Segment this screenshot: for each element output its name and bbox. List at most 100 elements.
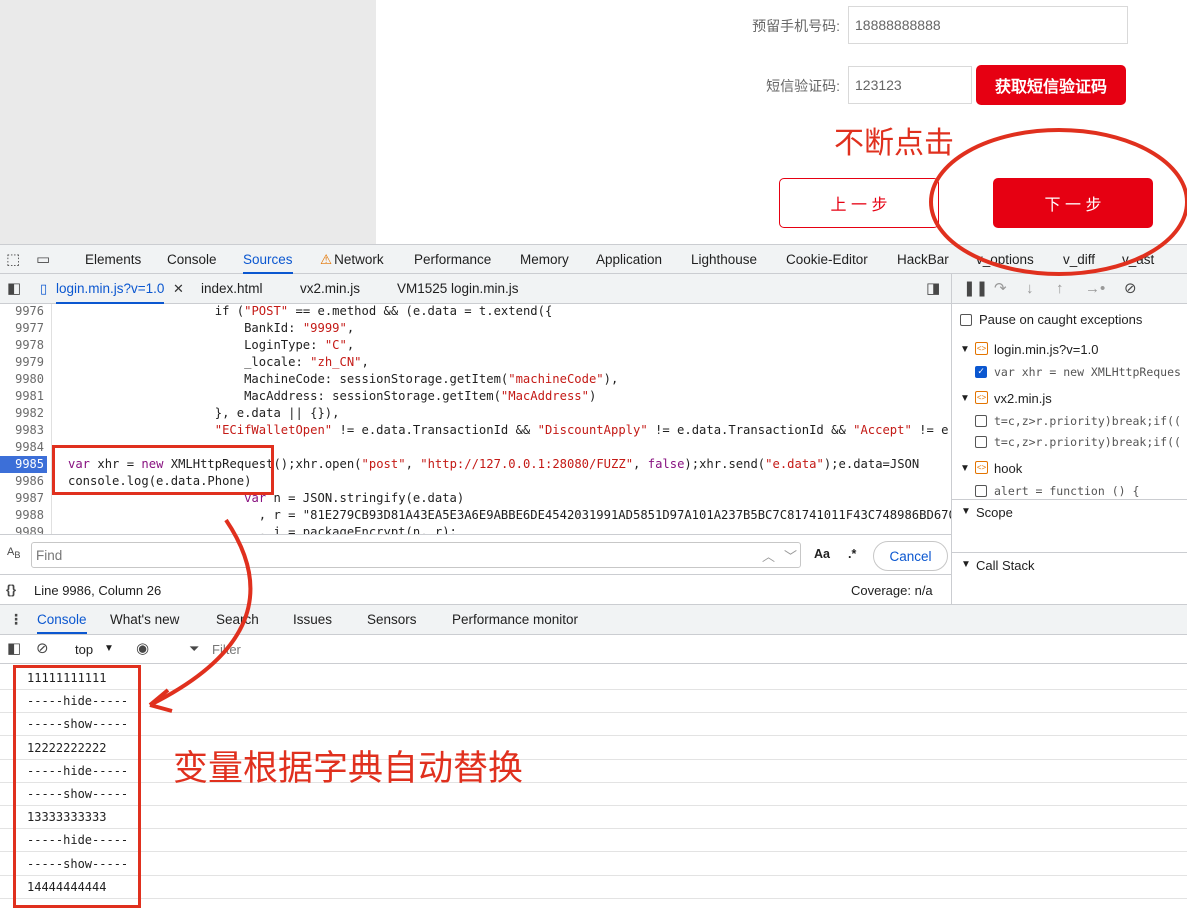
breakpoint-checkbox[interactable] — [975, 436, 987, 448]
code-editor[interactable]: 9976 9977 9978 9979 9980 9981 9982 9983 9984 9985… — [0, 304, 951, 534]
line-number[interactable]: 9978 — [0, 337, 44, 354]
line-number[interactable]: 9987 — [0, 490, 44, 507]
step-icon[interactable]: →• — [1085, 281, 1105, 296]
tab-v-diff[interactable]: v_diff — [1063, 245, 1095, 274]
phone-input[interactable]: 18888888888 — [848, 6, 1128, 44]
breakpoint-item[interactable]: ✓ var xhr = new XMLHttpReques — [952, 362, 1187, 383]
find-prev-icon[interactable]: ︿ — [762, 546, 775, 565]
step-into-icon[interactable]: ↓ — [1026, 281, 1034, 296]
close-tab-icon[interactable]: ✕ — [173, 282, 184, 295]
breakpoint-item[interactable]: t=c,z>r.priority)break;if(( — [952, 411, 1187, 432]
scope-header[interactable]: ▼ Scope — [952, 499, 1187, 525]
line-number[interactable]: 9989 — [0, 524, 44, 534]
line-number[interactable]: 9982 — [0, 405, 44, 422]
debugger-toolbar: ❚❚ ↷ ↓ ↑ →• ⊘ — [952, 274, 1187, 304]
find-input-box[interactable]: Find ︿ ﹀ — [31, 542, 801, 568]
line-number[interactable]: 9981 — [0, 388, 44, 405]
toggle-navigator-icon[interactable]: ◧ — [7, 281, 21, 296]
regex-button[interactable]: .* — [848, 547, 856, 561]
file-tab-login-min-js[interactable]: login.min.js?v=1.0 — [56, 274, 165, 304]
pause-caught-checkbox[interactable] — [960, 313, 972, 326]
find-next-icon[interactable]: ﹀ — [784, 546, 797, 565]
pause-caught-row[interactable]: Pause on caught exceptions — [960, 312, 1142, 327]
coverage-status: Coverage: n/a — [851, 583, 933, 598]
line-number[interactable]: 9980 — [0, 371, 44, 388]
status-bar: {} Line 9986, Column 26 Coverage: n/a — [0, 574, 951, 604]
deactivate-breakpoints-icon[interactable]: ⊘ — [1124, 281, 1137, 296]
breakpoint-checkbox[interactable] — [975, 415, 987, 427]
sms-code-input[interactable]: 123123 — [848, 66, 972, 104]
line-number[interactable]: 9985 — [0, 456, 47, 473]
tab-v-options[interactable]: v_options — [976, 245, 1034, 274]
drawer-tab-performance-monitor[interactable]: Performance monitor — [452, 605, 578, 634]
drawer-menu-icon[interactable]: ⋮ — [9, 612, 23, 626]
context-select[interactable]: top — [75, 642, 93, 657]
tab-sources[interactable]: Sources — [243, 245, 293, 274]
filter-icon: ⏷ — [189, 641, 200, 656]
case-toggle-icon[interactable]: AB — [7, 546, 20, 560]
code-line: if ("POST" == e.method && (e.data = t.ex… — [68, 304, 553, 318]
find-input[interactable]: Find — [36, 548, 62, 563]
tab-hackbar[interactable]: HackBar — [897, 245, 949, 274]
line-number[interactable]: 9983 — [0, 422, 44, 439]
group-expand-icon: ▼ — [960, 463, 970, 474]
tab-performance[interactable]: Performance — [414, 245, 491, 274]
breakpoint-checkbox[interactable] — [975, 485, 987, 497]
breakpoint-code: alert = function () { — [994, 484, 1140, 498]
line-number[interactable]: 9988 — [0, 507, 44, 524]
breakpoint-file-group[interactable]: ▼ <> login.min.js?v=1.0 — [952, 340, 1187, 362]
tab-network[interactable]: ⚠ Network — [320, 245, 384, 274]
prev-step-button[interactable]: 上 一 步 — [779, 178, 939, 228]
tab-memory[interactable]: Memory — [520, 245, 569, 274]
tab-cookie-editor[interactable]: Cookie-Editor — [786, 245, 868, 274]
next-step-button[interactable]: 下 一 步 — [993, 178, 1153, 228]
tab-v-ast[interactable]: v_ast — [1122, 245, 1154, 274]
console-message: -----hide----- — [0, 690, 1187, 714]
call-stack-header[interactable]: ▼ Call Stack — [952, 552, 1187, 578]
console-output-highlight — [13, 665, 141, 908]
match-case-button[interactable]: Aa — [814, 547, 830, 561]
breakpoint-code: t=c,z>r.priority)break;if(( — [994, 414, 1181, 428]
drawer-tab-what-s-new[interactable]: What's new — [110, 605, 179, 634]
step-over-icon[interactable]: ↷ — [994, 281, 1007, 296]
code-line: , r = "81E279CB93D81A43EA5E3A6E9ABBE6DE4… — [68, 508, 951, 522]
cancel-button[interactable]: Cancel — [873, 541, 948, 571]
breakpoint-file-group[interactable]: ▼ <> vx2.min.js — [952, 389, 1187, 411]
filter-input[interactable]: Filter — [212, 642, 241, 657]
pretty-print-icon[interactable]: {} — [6, 583, 16, 596]
inspect-element-icon[interactable]: ⬚ — [6, 252, 20, 267]
breakpoint-file-group[interactable]: ▼ <> hook — [952, 459, 1187, 481]
clear-console-icon[interactable]: ⊘ — [36, 641, 49, 656]
drawer-tab-sensors[interactable]: Sensors — [367, 605, 417, 634]
line-number[interactable]: 9976 — [0, 304, 44, 320]
get-sms-code-button[interactable]: 获取短信验证码 — [976, 65, 1126, 105]
tab-lighthouse[interactable]: Lighthouse — [691, 245, 757, 274]
tab-elements[interactable]: Elements — [85, 245, 141, 274]
file-tab-index-html[interactable]: index.html — [201, 274, 263, 304]
tab-console[interactable]: Console — [167, 245, 217, 274]
toggle-debugger-icon[interactable]: ◨ — [926, 281, 940, 296]
drawer-tab-console[interactable]: Console — [37, 605, 87, 634]
breakpoint-item[interactable]: t=c,z>r.priority)break;if(( — [952, 432, 1187, 453]
file-tab-vx2-min-js[interactable]: vx2.min.js — [300, 274, 360, 304]
context-dropdown-icon[interactable]: ▼ — [104, 643, 114, 654]
step-out-icon[interactable]: ↑ — [1056, 281, 1064, 296]
device-toolbar-icon[interactable]: ▭ — [36, 252, 50, 267]
line-number[interactable]: 9986 — [0, 473, 44, 490]
drawer-tab-issues[interactable]: Issues — [293, 605, 332, 634]
console-message: 13333333333 — [0, 806, 1187, 830]
breakpoint-checkbox[interactable]: ✓ — [975, 366, 987, 378]
blank-left-area — [0, 0, 376, 244]
call-stack-expand-icon: ▼ — [961, 559, 971, 570]
file-tab-vm1525-login[interactable]: VM1525 login.min.js — [397, 274, 519, 304]
line-number[interactable]: 9984 — [0, 439, 44, 456]
pause-icon[interactable]: ❚❚ — [963, 281, 988, 296]
breakpoint-code: t=c,z>r.priority)break;if(( — [994, 435, 1181, 449]
line-number[interactable]: 9977 — [0, 320, 44, 337]
tab-application[interactable]: Application — [596, 245, 662, 274]
live-expression-eye-icon[interactable]: ◉ — [136, 641, 149, 656]
line-number[interactable]: 9979 — [0, 354, 44, 371]
drawer-tab-search[interactable]: Search — [216, 605, 259, 634]
console-sidebar-icon[interactable]: ◧ — [7, 641, 21, 656]
debugger-sidebar: ❚❚ ↷ ↓ ↑ →• ⊘ Pause on caught exceptions… — [951, 274, 1187, 604]
